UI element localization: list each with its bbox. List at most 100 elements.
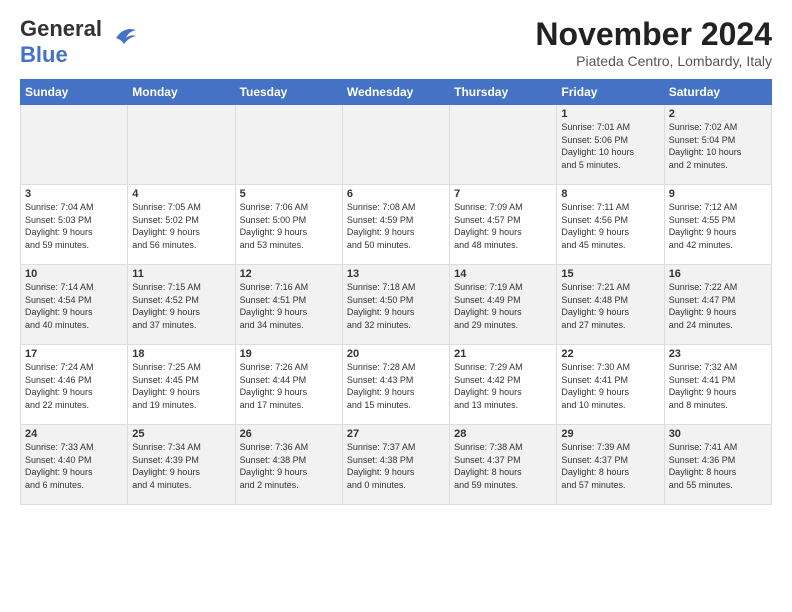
day-info: Sunrise: 7:25 AM Sunset: 4:45 PM Dayligh… <box>132 361 230 411</box>
calendar-cell: 28Sunrise: 7:38 AM Sunset: 4:37 PM Dayli… <box>450 425 557 505</box>
day-number: 7 <box>454 188 552 200</box>
day-info: Sunrise: 7:01 AM Sunset: 5:06 PM Dayligh… <box>561 121 659 171</box>
day-number: 10 <box>25 268 123 280</box>
day-info: Sunrise: 7:19 AM Sunset: 4:49 PM Dayligh… <box>454 281 552 331</box>
calendar-cell: 30Sunrise: 7:41 AM Sunset: 4:36 PM Dayli… <box>664 425 771 505</box>
calendar-cell <box>128 105 235 185</box>
col-sunday: Sunday <box>21 80 128 105</box>
calendar-week-3: 10Sunrise: 7:14 AM Sunset: 4:54 PM Dayli… <box>21 265 772 345</box>
col-wednesday: Wednesday <box>342 80 449 105</box>
day-info: Sunrise: 7:36 AM Sunset: 4:38 PM Dayligh… <box>240 441 338 491</box>
calendar-week-1: 1Sunrise: 7:01 AM Sunset: 5:06 PM Daylig… <box>21 105 772 185</box>
day-info: Sunrise: 7:09 AM Sunset: 4:57 PM Dayligh… <box>454 201 552 251</box>
calendar-cell: 25Sunrise: 7:34 AM Sunset: 4:39 PM Dayli… <box>128 425 235 505</box>
day-info: Sunrise: 7:11 AM Sunset: 4:56 PM Dayligh… <box>561 201 659 251</box>
day-info: Sunrise: 7:30 AM Sunset: 4:41 PM Dayligh… <box>561 361 659 411</box>
day-info: Sunrise: 7:14 AM Sunset: 4:54 PM Dayligh… <box>25 281 123 331</box>
day-info: Sunrise: 7:04 AM Sunset: 5:03 PM Dayligh… <box>25 201 123 251</box>
day-info: Sunrise: 7:34 AM Sunset: 4:39 PM Dayligh… <box>132 441 230 491</box>
calendar-cell: 13Sunrise: 7:18 AM Sunset: 4:50 PM Dayli… <box>342 265 449 345</box>
calendar-cell: 24Sunrise: 7:33 AM Sunset: 4:40 PM Dayli… <box>21 425 128 505</box>
day-info: Sunrise: 7:39 AM Sunset: 4:37 PM Dayligh… <box>561 441 659 491</box>
page: General Blue November 2024 Piateda Centr… <box>0 0 792 515</box>
day-info: Sunrise: 7:37 AM Sunset: 4:38 PM Dayligh… <box>347 441 445 491</box>
calendar-cell: 15Sunrise: 7:21 AM Sunset: 4:48 PM Dayli… <box>557 265 664 345</box>
day-info: Sunrise: 7:32 AM Sunset: 4:41 PM Dayligh… <box>669 361 767 411</box>
calendar-cell: 9Sunrise: 7:12 AM Sunset: 4:55 PM Daylig… <box>664 185 771 265</box>
day-info: Sunrise: 7:28 AM Sunset: 4:43 PM Dayligh… <box>347 361 445 411</box>
day-number: 9 <box>669 188 767 200</box>
day-number: 11 <box>132 268 230 280</box>
day-number: 21 <box>454 348 552 360</box>
day-info: Sunrise: 7:26 AM Sunset: 4:44 PM Dayligh… <box>240 361 338 411</box>
calendar-cell: 8Sunrise: 7:11 AM Sunset: 4:56 PM Daylig… <box>557 185 664 265</box>
logo-text: General Blue <box>20 16 102 68</box>
logo-bird-icon <box>108 24 140 52</box>
calendar-cell <box>235 105 342 185</box>
calendar-cell: 7Sunrise: 7:09 AM Sunset: 4:57 PM Daylig… <box>450 185 557 265</box>
main-title: November 2024 <box>535 16 772 53</box>
col-thursday: Thursday <box>450 80 557 105</box>
day-number: 29 <box>561 428 659 440</box>
col-saturday: Saturday <box>664 80 771 105</box>
day-number: 19 <box>240 348 338 360</box>
day-info: Sunrise: 7:33 AM Sunset: 4:40 PM Dayligh… <box>25 441 123 491</box>
title-block: November 2024 Piateda Centro, Lombardy, … <box>535 16 772 69</box>
calendar-cell: 19Sunrise: 7:26 AM Sunset: 4:44 PM Dayli… <box>235 345 342 425</box>
day-number: 1 <box>561 108 659 120</box>
day-number: 12 <box>240 268 338 280</box>
calendar-cell: 17Sunrise: 7:24 AM Sunset: 4:46 PM Dayli… <box>21 345 128 425</box>
calendar-week-5: 24Sunrise: 7:33 AM Sunset: 4:40 PM Dayli… <box>21 425 772 505</box>
day-number: 13 <box>347 268 445 280</box>
day-info: Sunrise: 7:29 AM Sunset: 4:42 PM Dayligh… <box>454 361 552 411</box>
calendar-cell: 23Sunrise: 7:32 AM Sunset: 4:41 PM Dayli… <box>664 345 771 425</box>
day-number: 16 <box>669 268 767 280</box>
calendar-cell: 10Sunrise: 7:14 AM Sunset: 4:54 PM Dayli… <box>21 265 128 345</box>
calendar-table: Sunday Monday Tuesday Wednesday Thursday… <box>20 79 772 505</box>
day-number: 26 <box>240 428 338 440</box>
day-info: Sunrise: 7:05 AM Sunset: 5:02 PM Dayligh… <box>132 201 230 251</box>
col-monday: Monday <box>128 80 235 105</box>
calendar-cell <box>450 105 557 185</box>
calendar-cell: 12Sunrise: 7:16 AM Sunset: 4:51 PM Dayli… <box>235 265 342 345</box>
day-number: 8 <box>561 188 659 200</box>
day-info: Sunrise: 7:12 AM Sunset: 4:55 PM Dayligh… <box>669 201 767 251</box>
day-info: Sunrise: 7:41 AM Sunset: 4:36 PM Dayligh… <box>669 441 767 491</box>
calendar-week-4: 17Sunrise: 7:24 AM Sunset: 4:46 PM Dayli… <box>21 345 772 425</box>
day-number: 6 <box>347 188 445 200</box>
calendar-cell: 29Sunrise: 7:39 AM Sunset: 4:37 PM Dayli… <box>557 425 664 505</box>
col-friday: Friday <box>557 80 664 105</box>
day-number: 15 <box>561 268 659 280</box>
day-info: Sunrise: 7:21 AM Sunset: 4:48 PM Dayligh… <box>561 281 659 331</box>
day-info: Sunrise: 7:24 AM Sunset: 4:46 PM Dayligh… <box>25 361 123 411</box>
calendar-cell: 26Sunrise: 7:36 AM Sunset: 4:38 PM Dayli… <box>235 425 342 505</box>
calendar-cell: 14Sunrise: 7:19 AM Sunset: 4:49 PM Dayli… <box>450 265 557 345</box>
day-number: 17 <box>25 348 123 360</box>
calendar-cell: 5Sunrise: 7:06 AM Sunset: 5:00 PM Daylig… <box>235 185 342 265</box>
day-number: 14 <box>454 268 552 280</box>
day-number: 18 <box>132 348 230 360</box>
day-info: Sunrise: 7:38 AM Sunset: 4:37 PM Dayligh… <box>454 441 552 491</box>
header: General Blue November 2024 Piateda Centr… <box>20 16 772 69</box>
calendar-cell: 20Sunrise: 7:28 AM Sunset: 4:43 PM Dayli… <box>342 345 449 425</box>
col-tuesday: Tuesday <box>235 80 342 105</box>
calendar-cell: 16Sunrise: 7:22 AM Sunset: 4:47 PM Dayli… <box>664 265 771 345</box>
day-info: Sunrise: 7:06 AM Sunset: 5:00 PM Dayligh… <box>240 201 338 251</box>
day-number: 27 <box>347 428 445 440</box>
day-info: Sunrise: 7:22 AM Sunset: 4:47 PM Dayligh… <box>669 281 767 331</box>
calendar-cell: 2Sunrise: 7:02 AM Sunset: 5:04 PM Daylig… <box>664 105 771 185</box>
calendar-cell: 22Sunrise: 7:30 AM Sunset: 4:41 PM Dayli… <box>557 345 664 425</box>
subtitle: Piateda Centro, Lombardy, Italy <box>535 53 772 69</box>
day-number: 25 <box>132 428 230 440</box>
day-number: 28 <box>454 428 552 440</box>
calendar-cell: 3Sunrise: 7:04 AM Sunset: 5:03 PM Daylig… <box>21 185 128 265</box>
calendar-week-2: 3Sunrise: 7:04 AM Sunset: 5:03 PM Daylig… <box>21 185 772 265</box>
day-info: Sunrise: 7:08 AM Sunset: 4:59 PM Dayligh… <box>347 201 445 251</box>
day-number: 22 <box>561 348 659 360</box>
day-number: 2 <box>669 108 767 120</box>
calendar-cell: 6Sunrise: 7:08 AM Sunset: 4:59 PM Daylig… <box>342 185 449 265</box>
day-info: Sunrise: 7:18 AM Sunset: 4:50 PM Dayligh… <box>347 281 445 331</box>
calendar-cell: 4Sunrise: 7:05 AM Sunset: 5:02 PM Daylig… <box>128 185 235 265</box>
day-number: 5 <box>240 188 338 200</box>
day-number: 3 <box>25 188 123 200</box>
